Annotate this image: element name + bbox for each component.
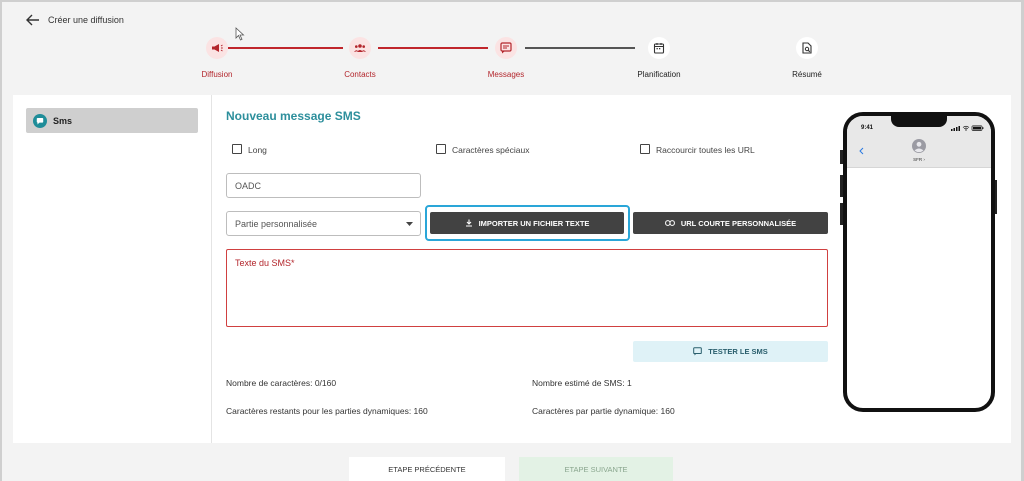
checkbox-special-chars[interactable] bbox=[436, 144, 446, 154]
phone-notch bbox=[891, 116, 947, 127]
phone-preview: 9:41 SFR › bbox=[843, 112, 995, 412]
contact-avatar-icon bbox=[912, 139, 926, 153]
step-planification[interactable] bbox=[648, 37, 670, 59]
mouse-cursor-icon bbox=[235, 27, 245, 41]
step-diffusion[interactable] bbox=[206, 37, 228, 59]
checkbox-long-label: Long bbox=[248, 145, 267, 155]
checkbox-special-chars-label: Caractères spéciaux bbox=[452, 145, 530, 155]
custom-part-select-value: Partie personnalisée bbox=[235, 218, 318, 229]
back-arrow-icon[interactable] bbox=[26, 14, 40, 26]
sms-icon bbox=[33, 113, 47, 128]
message-icon bbox=[500, 42, 512, 54]
page-title: Créer une diffusion bbox=[48, 15, 124, 25]
calendar-icon bbox=[653, 43, 665, 54]
step-label-diffusion: Diffusion bbox=[201, 70, 233, 79]
next-step-label: ETAPE SUIVANTE bbox=[564, 464, 628, 474]
import-text-file-button[interactable]: IMPORTER UN FICHIER TEXTE bbox=[430, 212, 624, 234]
chars-per-dynamic-part: Caractères par partie dynamique: 160 bbox=[532, 406, 675, 416]
next-step-button[interactable]: ETAPE SUIVANTE bbox=[519, 457, 673, 481]
download-icon bbox=[465, 219, 472, 227]
dropdown-caret-icon bbox=[406, 222, 413, 226]
window-frame-top bbox=[0, 0, 1024, 2]
stepper-line-done-2 bbox=[378, 47, 488, 49]
stepper-line-todo-1 bbox=[525, 47, 635, 49]
custom-short-url-label: URL COURTE PERSONNALISÉE bbox=[680, 218, 797, 228]
custom-part-select[interactable]: Partie personnalisée bbox=[226, 211, 421, 236]
previous-step-label: ETAPE PRÉCÉDENTE bbox=[388, 464, 466, 474]
oadc-value: OADC bbox=[235, 180, 262, 191]
link-icon bbox=[664, 220, 675, 226]
sms-text-field[interactable] bbox=[226, 249, 828, 327]
sms-text-label: Texte du SMS* bbox=[235, 258, 295, 268]
sidebar-item-label: Sms bbox=[53, 115, 73, 126]
step-label-messages: Messages bbox=[487, 70, 525, 79]
step-resume[interactable] bbox=[796, 37, 818, 59]
megaphone-icon bbox=[212, 44, 223, 52]
phone-status-icons bbox=[951, 125, 984, 131]
step-contacts[interactable] bbox=[349, 37, 371, 59]
phone-back-icon[interactable] bbox=[859, 147, 864, 155]
document-search-icon bbox=[802, 42, 812, 54]
oadc-input[interactable]: OADC bbox=[226, 173, 421, 198]
checkbox-shorten-urls[interactable] bbox=[640, 144, 650, 154]
group-icon bbox=[354, 44, 366, 52]
step-label-planification: Planification bbox=[637, 70, 681, 79]
phone-sender-name: SFR › bbox=[913, 157, 925, 162]
step-label-resume: Résumé bbox=[792, 70, 822, 79]
message-icon bbox=[693, 347, 703, 356]
custom-short-url-button[interactable]: URL COURTE PERSONNALISÉE bbox=[633, 212, 828, 234]
char-count: Nombre de caractères: 0/160 bbox=[226, 378, 337, 388]
step-label-contacts: Contacts bbox=[344, 70, 376, 79]
checkbox-shorten-urls-label: Raccourcir toutes les URL bbox=[656, 145, 755, 155]
window-frame-left bbox=[0, 0, 2, 481]
test-sms-button[interactable]: TESTER LE SMS bbox=[633, 341, 828, 362]
phone-time: 9:41 bbox=[861, 125, 874, 131]
test-sms-label: TESTER LE SMS bbox=[708, 347, 768, 356]
sms-estimate: Nombre estimé de SMS: 1 bbox=[532, 378, 632, 388]
import-text-file-label: IMPORTER UN FICHIER TEXTE bbox=[478, 218, 590, 228]
remaining-dynamic-chars: Caractères restants pour les parties dyn… bbox=[226, 406, 428, 416]
sidebar-panel bbox=[13, 95, 212, 443]
step-messages[interactable] bbox=[495, 37, 517, 59]
previous-step-button[interactable]: ETAPE PRÉCÉDENTE bbox=[349, 457, 505, 481]
section-title: Nouveau message SMS bbox=[226, 109, 361, 123]
checkbox-long[interactable] bbox=[232, 144, 242, 154]
stepper-line-done-1 bbox=[228, 47, 343, 49]
sidebar-item-sms[interactable]: Sms bbox=[26, 108, 198, 133]
